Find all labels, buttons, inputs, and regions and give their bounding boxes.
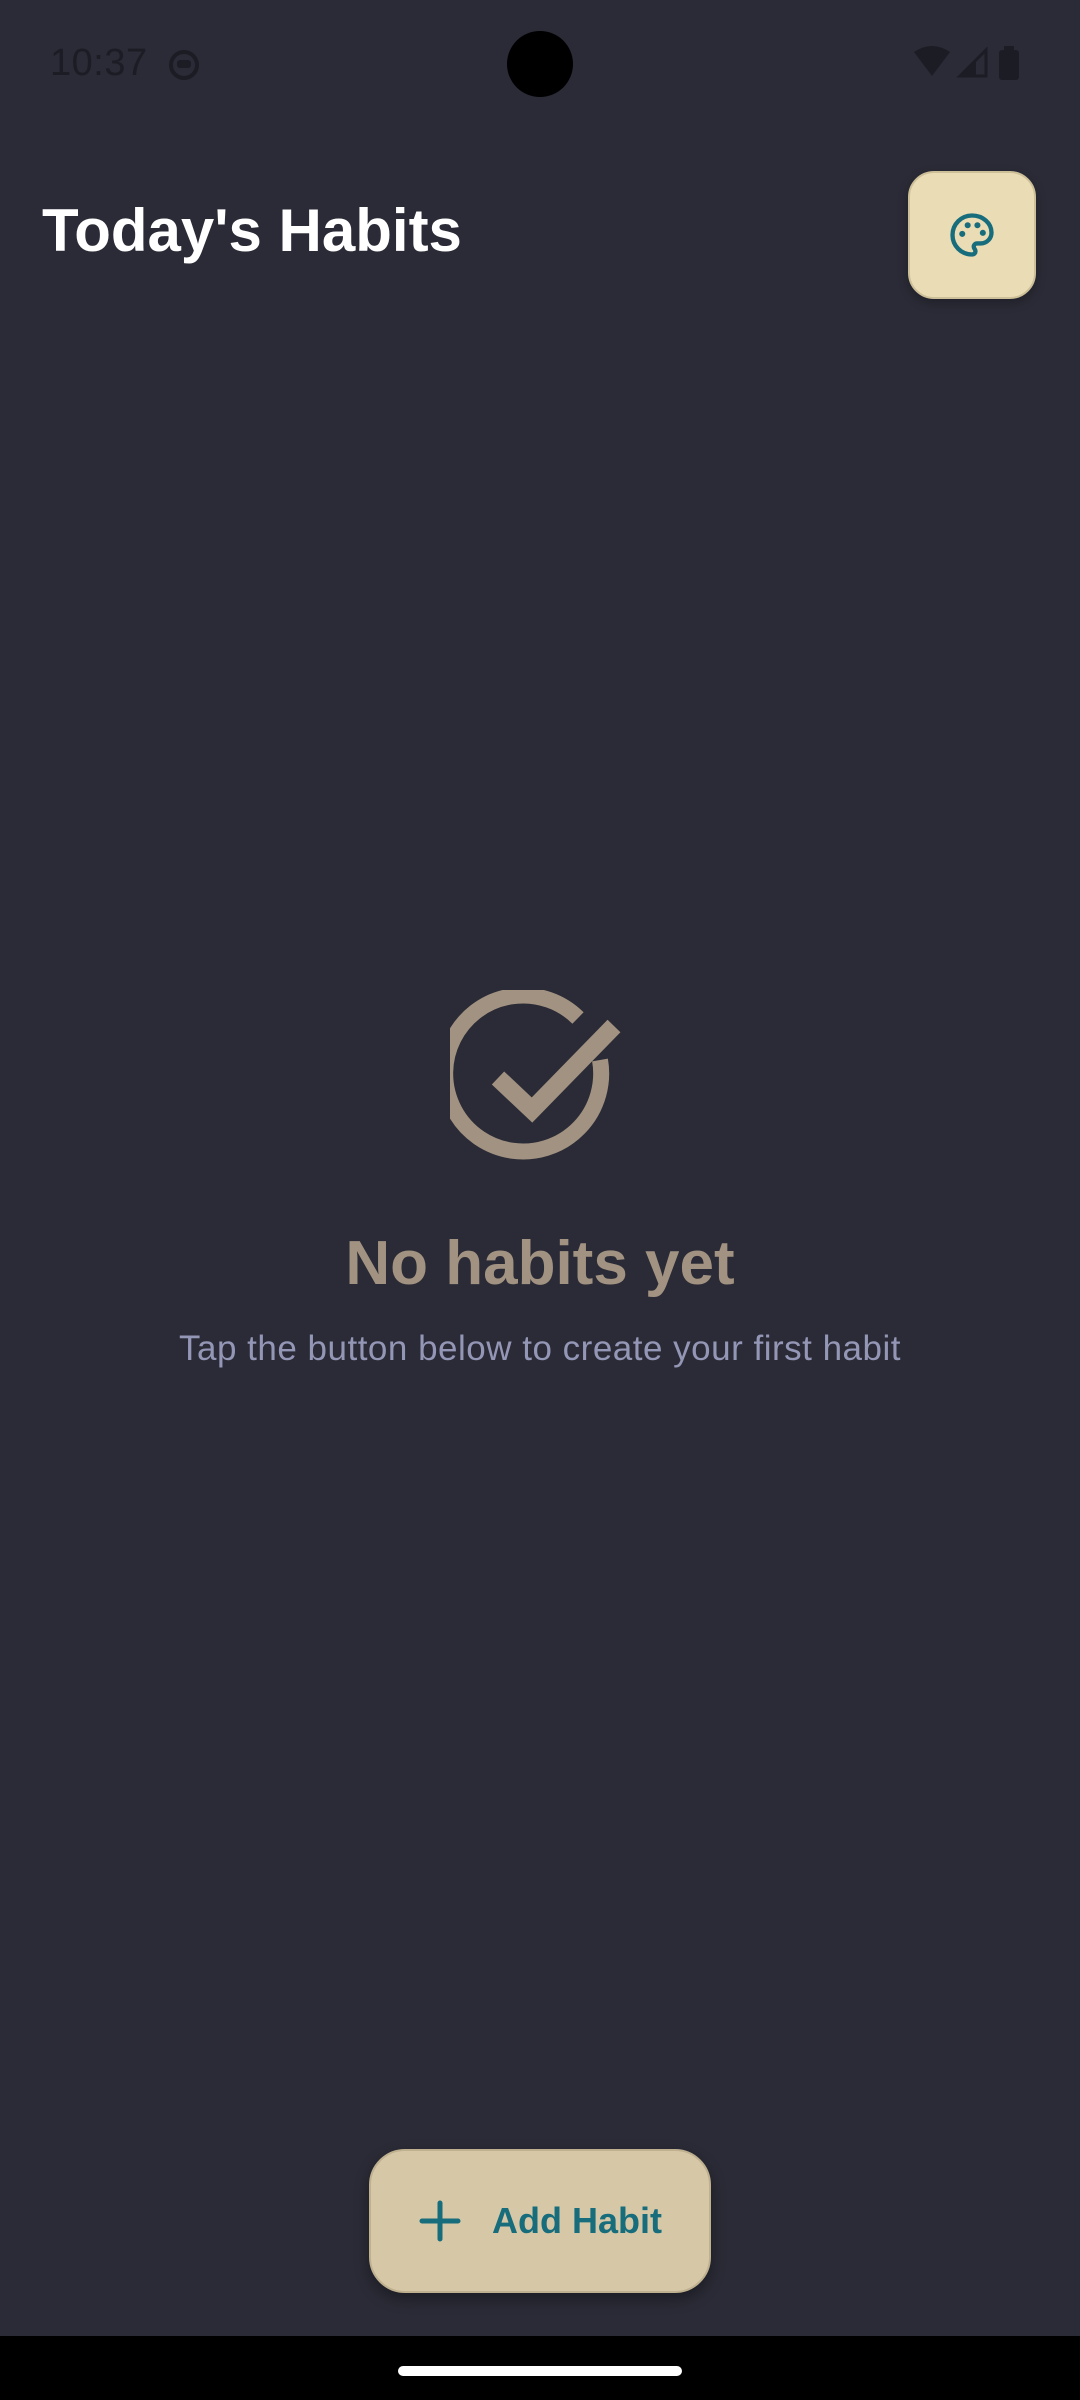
wifi-icon [914,46,950,76]
empty-state-subtitle: Tap the button below to create your firs… [179,1329,901,1368]
check-circle-icon [450,990,621,1160]
system-navigation-bar [0,2336,1080,2400]
battery-icon [999,46,1019,80]
camera-cutout [507,31,573,97]
empty-state: No habits yet Tap the button below to cr… [0,990,1080,1369]
status-time: 10:37 [50,42,148,84]
empty-state-title: No habits yet [345,1229,735,1298]
cellular-signal-icon [956,46,988,78]
plus-icon [419,2200,461,2242]
status-bar: 10:37 [0,0,1080,130]
status-icons [914,46,1019,80]
add-habit-button[interactable]: Add Habit [369,2149,711,2293]
app-notification-icon [169,50,199,80]
palette-icon [950,213,994,257]
home-indicator[interactable] [398,2366,682,2376]
page-title: Today's Habits [42,197,462,264]
app-screen: 10:37 Today's Habits No habits yet Tap t… [0,0,1080,2400]
theme-palette-button[interactable] [908,171,1036,299]
add-habit-label: Add Habit [492,2200,662,2241]
